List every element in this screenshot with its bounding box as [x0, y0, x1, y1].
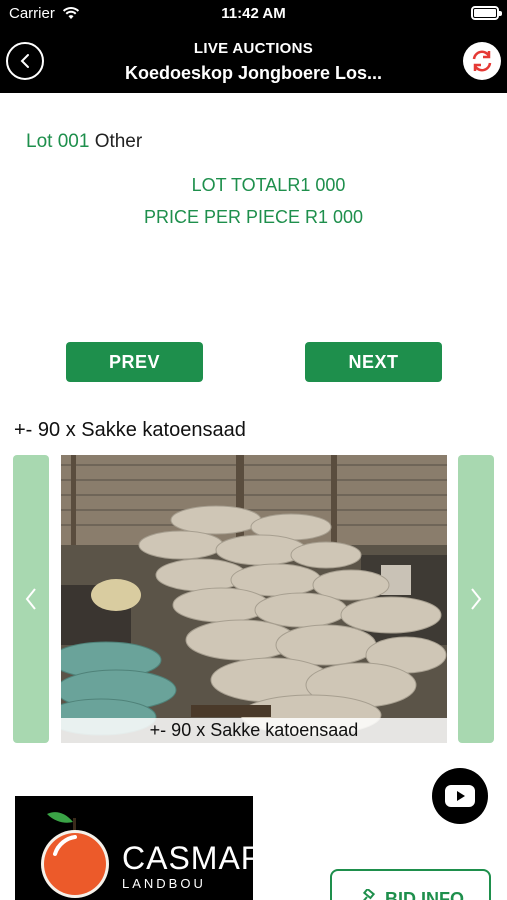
lot-heading: Lot 001 Other: [26, 131, 142, 153]
lot-total-label: LOT TOTAL: [191, 175, 288, 195]
top-bar: Carrier 11:42 AM LIVE AUCTIONS Koedoesko…: [0, 0, 507, 93]
status-bar: Carrier 11:42 AM: [0, 0, 507, 28]
bid-info-button[interactable]: BID INFO: [330, 869, 491, 900]
price-per-piece-value: R1 000: [305, 207, 364, 227]
battery-icon: [471, 6, 502, 20]
logo-name: CASMAR: [122, 840, 253, 876]
price-per-piece-label: PRICE PER PIECE: [143, 207, 300, 227]
lot-number: Lot 001: [26, 131, 90, 152]
next-button[interactable]: NEXT: [305, 342, 442, 382]
item-photo[interactable]: [61, 455, 447, 743]
back-button[interactable]: [6, 42, 44, 80]
refresh-icon: [472, 50, 492, 72]
price-per-piece: PRICE PER PIECE R1 000: [0, 207, 507, 228]
sponsor-logo: CASMAR LANDBOU: [15, 796, 253, 900]
lot-total: LOT TOTALR1 000: [0, 175, 507, 196]
carousel-prev-button[interactable]: [13, 455, 49, 743]
prev-button[interactable]: PREV: [66, 342, 203, 382]
back-icon: [20, 54, 29, 68]
logo-subtitle: LANDBOU: [122, 876, 206, 891]
photo-caption: +- 90 x Sakke katoensaad: [61, 718, 447, 743]
lot-category: Other: [94, 131, 143, 152]
youtube-button[interactable]: [432, 768, 488, 824]
orange-logo-icon: [41, 812, 109, 898]
bid-info-label: BID INFO: [385, 889, 464, 900]
page-title: LIVE AUCTIONS: [193, 40, 314, 57]
gavel-icon: [362, 889, 376, 900]
auction-name: Koedoeskop Jongboere Los...: [124, 63, 383, 83]
photo-illustration: [61, 455, 447, 743]
status-time: 11:42 AM: [221, 5, 286, 22]
carousel-next-button[interactable]: [458, 455, 494, 743]
youtube-icon: [445, 785, 475, 807]
chevron-left-icon: [25, 588, 36, 610]
lot-total-value: R1 000: [287, 175, 346, 195]
chevron-right-icon: [471, 588, 482, 610]
item-title: +- 90 x Sakke katoensaad: [14, 419, 246, 441]
refresh-button[interactable]: [463, 42, 501, 80]
